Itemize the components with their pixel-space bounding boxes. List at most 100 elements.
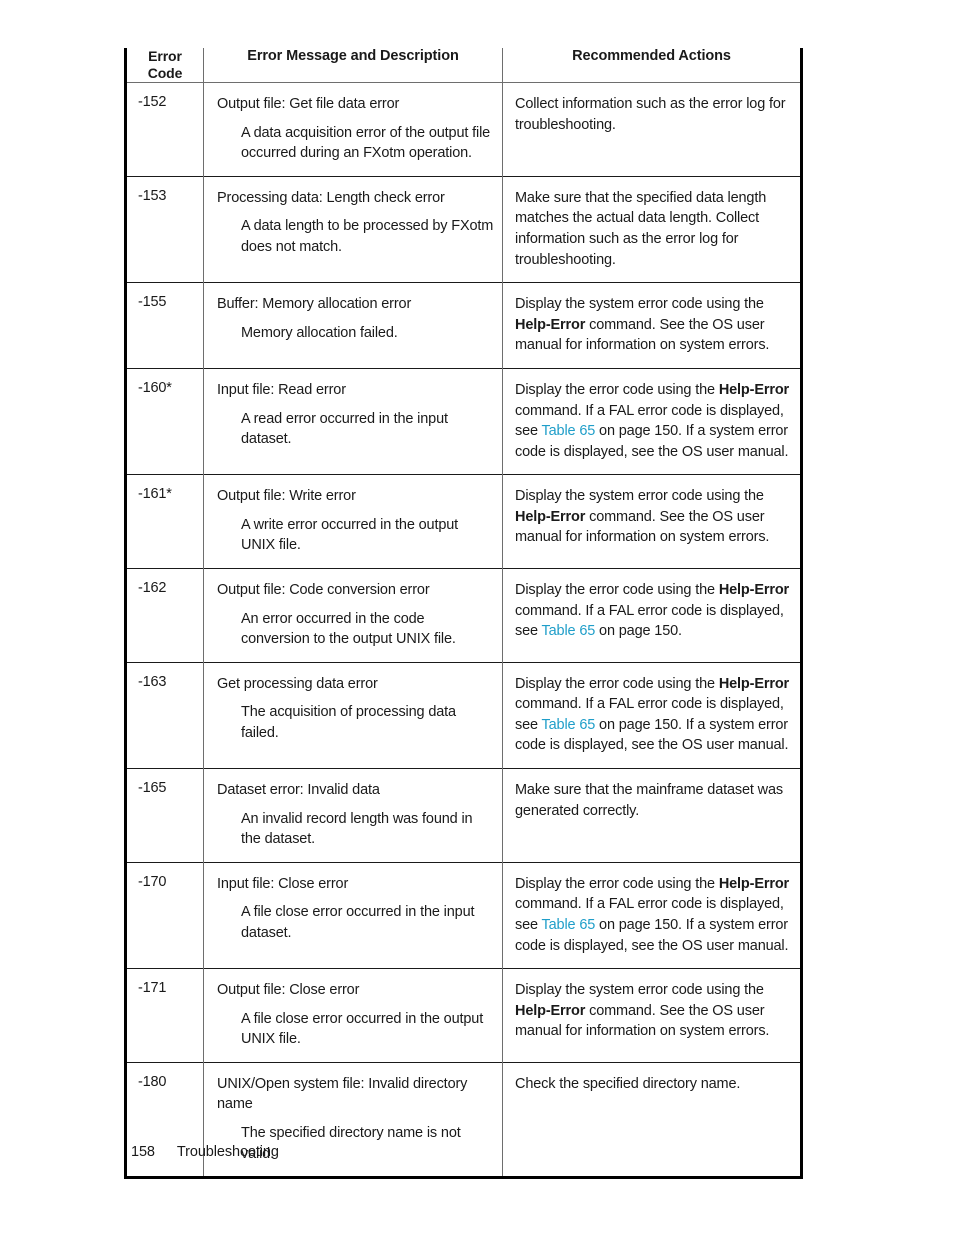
- error-message-title: Output file: Close error: [217, 982, 360, 999]
- recommended-action-text: Display the system error code using the …: [515, 486, 790, 548]
- table-row: -160* Input file: Read error A read error …: [125, 367, 802, 475]
- cell-recommended-action: Display the system error code using the …: [502, 968, 802, 1063]
- table-row: -161* Output file: Write error A write err…: [125, 474, 802, 569]
- error-message-title: UNIX/Open system file: Invalid directory…: [217, 1075, 468, 1113]
- error-message-description: A file close error occurred in the outpu…: [241, 1010, 484, 1048]
- error-code-value: -170: [138, 873, 167, 890]
- error-message-title: Input file: Close error: [217, 875, 349, 892]
- table-row: -153 Processing data: Length check error A…: [125, 175, 802, 283]
- page-footer: 158 Troubleshooting: [131, 1144, 279, 1160]
- command-name: Help-Error: [718, 381, 790, 398]
- action-text-fragment: Collect information such as the error lo…: [515, 96, 786, 133]
- command-name: Help-Error: [718, 581, 790, 598]
- error-code-value: -153: [138, 187, 167, 204]
- document-page: Error Code Error Message and Description…: [0, 0, 954, 1235]
- error-message-description: A read error occurred in the input datas…: [241, 410, 448, 448]
- table-row: -162 Output file: Code conversion error An…: [125, 567, 802, 663]
- table-header: Error Code Error Message and Description…: [125, 48, 802, 84]
- action-text-fragment: on page 150.: [595, 623, 682, 640]
- cross-reference-link[interactable]: Table 65: [542, 717, 596, 733]
- cell-error-code: -153: [125, 175, 204, 283]
- action-text-fragment: Make sure that the specified data length…: [515, 189, 767, 268]
- column-header-error-code: Error Code: [125, 48, 204, 84]
- error-message-title: Buffer: Memory allocation error: [217, 296, 412, 313]
- error-message-title: Output file: Code conversion error: [217, 581, 430, 598]
- command-name: Help-Error: [515, 508, 586, 525]
- error-message-description: Memory allocation failed.: [241, 324, 398, 341]
- table-row: -170 Input file: Close error A file close …: [125, 861, 802, 969]
- error-code-value: -163: [138, 673, 167, 690]
- table-body: -152 Output file: Get file data error A da…: [125, 82, 802, 1178]
- cross-reference-link[interactable]: Table 65: [542, 917, 596, 933]
- cell-recommended-action: Check the specified directory name.: [502, 1061, 802, 1178]
- table-row: -180 UNIX/Open system file: Invalid direc…: [125, 1061, 802, 1178]
- action-text-fragment: Make sure that the mainframe dataset was…: [515, 782, 784, 819]
- footer-chapter-title: Troubleshooting: [176, 1144, 279, 1160]
- error-code-value: -165: [138, 780, 167, 797]
- cell-error-message: Processing data: Length check error A dat…: [203, 175, 503, 283]
- table-row: -152 Output file: Get file data error A da…: [125, 82, 802, 177]
- cell-error-code: -162: [125, 567, 204, 663]
- error-code-value: -152: [138, 94, 167, 111]
- error-message-description: An invalid record length was found in th…: [241, 810, 473, 848]
- error-code-value: -155: [138, 294, 167, 311]
- cell-error-code: -161*: [125, 474, 204, 569]
- cross-reference-link[interactable]: Table 65: [542, 623, 596, 639]
- recommended-action-text: Make sure that the mainframe dataset was…: [515, 780, 790, 821]
- cell-error-code: -160*: [125, 367, 204, 475]
- cell-error-code: -163: [125, 661, 204, 769]
- error-message-title: Input file: Read error: [217, 381, 346, 398]
- error-message-description: An error occurred in the code conversion…: [241, 610, 456, 648]
- cell-recommended-action: Display the system error code using the …: [502, 282, 802, 369]
- column-header-error-code-line1: Error: [148, 48, 182, 64]
- error-message-description: A data length to be processed by FXotm d…: [241, 218, 494, 256]
- command-name: Help-Error: [515, 316, 586, 333]
- cell-error-message: Output file: Code conversion error An err…: [203, 567, 503, 663]
- command-name: Help-Error: [515, 1002, 586, 1019]
- error-code-value: -162: [138, 579, 167, 596]
- table-row: -155 Buffer: Memory allocation error Memor…: [125, 282, 802, 369]
- cell-error-message: Buffer: Memory allocation error Memory al…: [203, 282, 503, 369]
- cell-recommended-action: Display the system error code using the …: [502, 474, 802, 569]
- command-name: Help-Error: [718, 675, 790, 692]
- table-row: -163 Get processing data error The acquisi…: [125, 661, 802, 769]
- action-text-fragment: Display the error code using the: [515, 875, 719, 892]
- action-text-fragment: Display the system error code using the: [515, 488, 764, 505]
- action-text-fragment: Display the error code using the: [515, 581, 719, 598]
- cell-error-message: Get processing data error The acquisition…: [203, 661, 503, 769]
- cell-error-message: Input file: Read error A read error occur…: [203, 367, 503, 475]
- error-message-title: Output file: Get file data error: [217, 96, 400, 113]
- table-header-row: Error Code Error Message and Description…: [125, 48, 802, 84]
- cell-error-code: -152: [125, 82, 204, 177]
- error-code-value: -180: [138, 1073, 167, 1090]
- error-message-title: Dataset error: Invalid data: [217, 782, 380, 799]
- command-name: Help-Error: [718, 875, 790, 892]
- error-message-title: Get processing data error: [217, 675, 378, 692]
- recommended-action-text: Display the system error code using the …: [515, 294, 790, 356]
- error-message-description: The acquisition of processing data faile…: [241, 704, 456, 741]
- cell-recommended-action: Collect information such as the error lo…: [502, 82, 802, 177]
- cell-error-message: Input file: Close error A file close erro…: [203, 861, 503, 969]
- error-message-description: A file close error occurred in the input…: [241, 904, 475, 941]
- action-text-fragment: Check the specified directory name.: [515, 1075, 741, 1092]
- column-header-error-message: Error Message and Description: [203, 48, 503, 84]
- recommended-action-text: Make sure that the specified data length…: [515, 188, 790, 270]
- error-message-description: A data acquisition error of the output f…: [241, 124, 491, 162]
- error-code-value: -161*: [138, 486, 172, 503]
- cross-reference-link[interactable]: Table 65: [542, 423, 596, 439]
- error-message-description: A write error occurred in the output UNI…: [241, 516, 459, 554]
- cell-error-code: -170: [125, 861, 204, 969]
- error-code-value: -171: [138, 980, 167, 997]
- column-header-recommended-actions: Recommended Actions: [502, 48, 802, 84]
- action-text-fragment: Display the error code using the: [515, 381, 719, 398]
- recommended-action-text: Display the error code using the Help-Er…: [515, 674, 790, 756]
- cell-recommended-action: Display the error code using the Help-Er…: [502, 661, 802, 769]
- table-row: -165 Dataset error: Invalid data An invali…: [125, 768, 802, 863]
- error-message-title: Processing data: Length check error: [217, 189, 445, 206]
- recommended-action-text: Collect information such as the error lo…: [515, 94, 790, 135]
- recommended-action-text: Display the error code using the Help-Er…: [515, 874, 790, 956]
- error-code-value: -160*: [138, 379, 172, 396]
- table-row: -171 Output file: Close error A file close…: [125, 968, 802, 1063]
- cell-error-message: Dataset error: Invalid data An invalid re…: [203, 768, 503, 863]
- recommended-action-text: Display the system error code using the …: [515, 980, 790, 1042]
